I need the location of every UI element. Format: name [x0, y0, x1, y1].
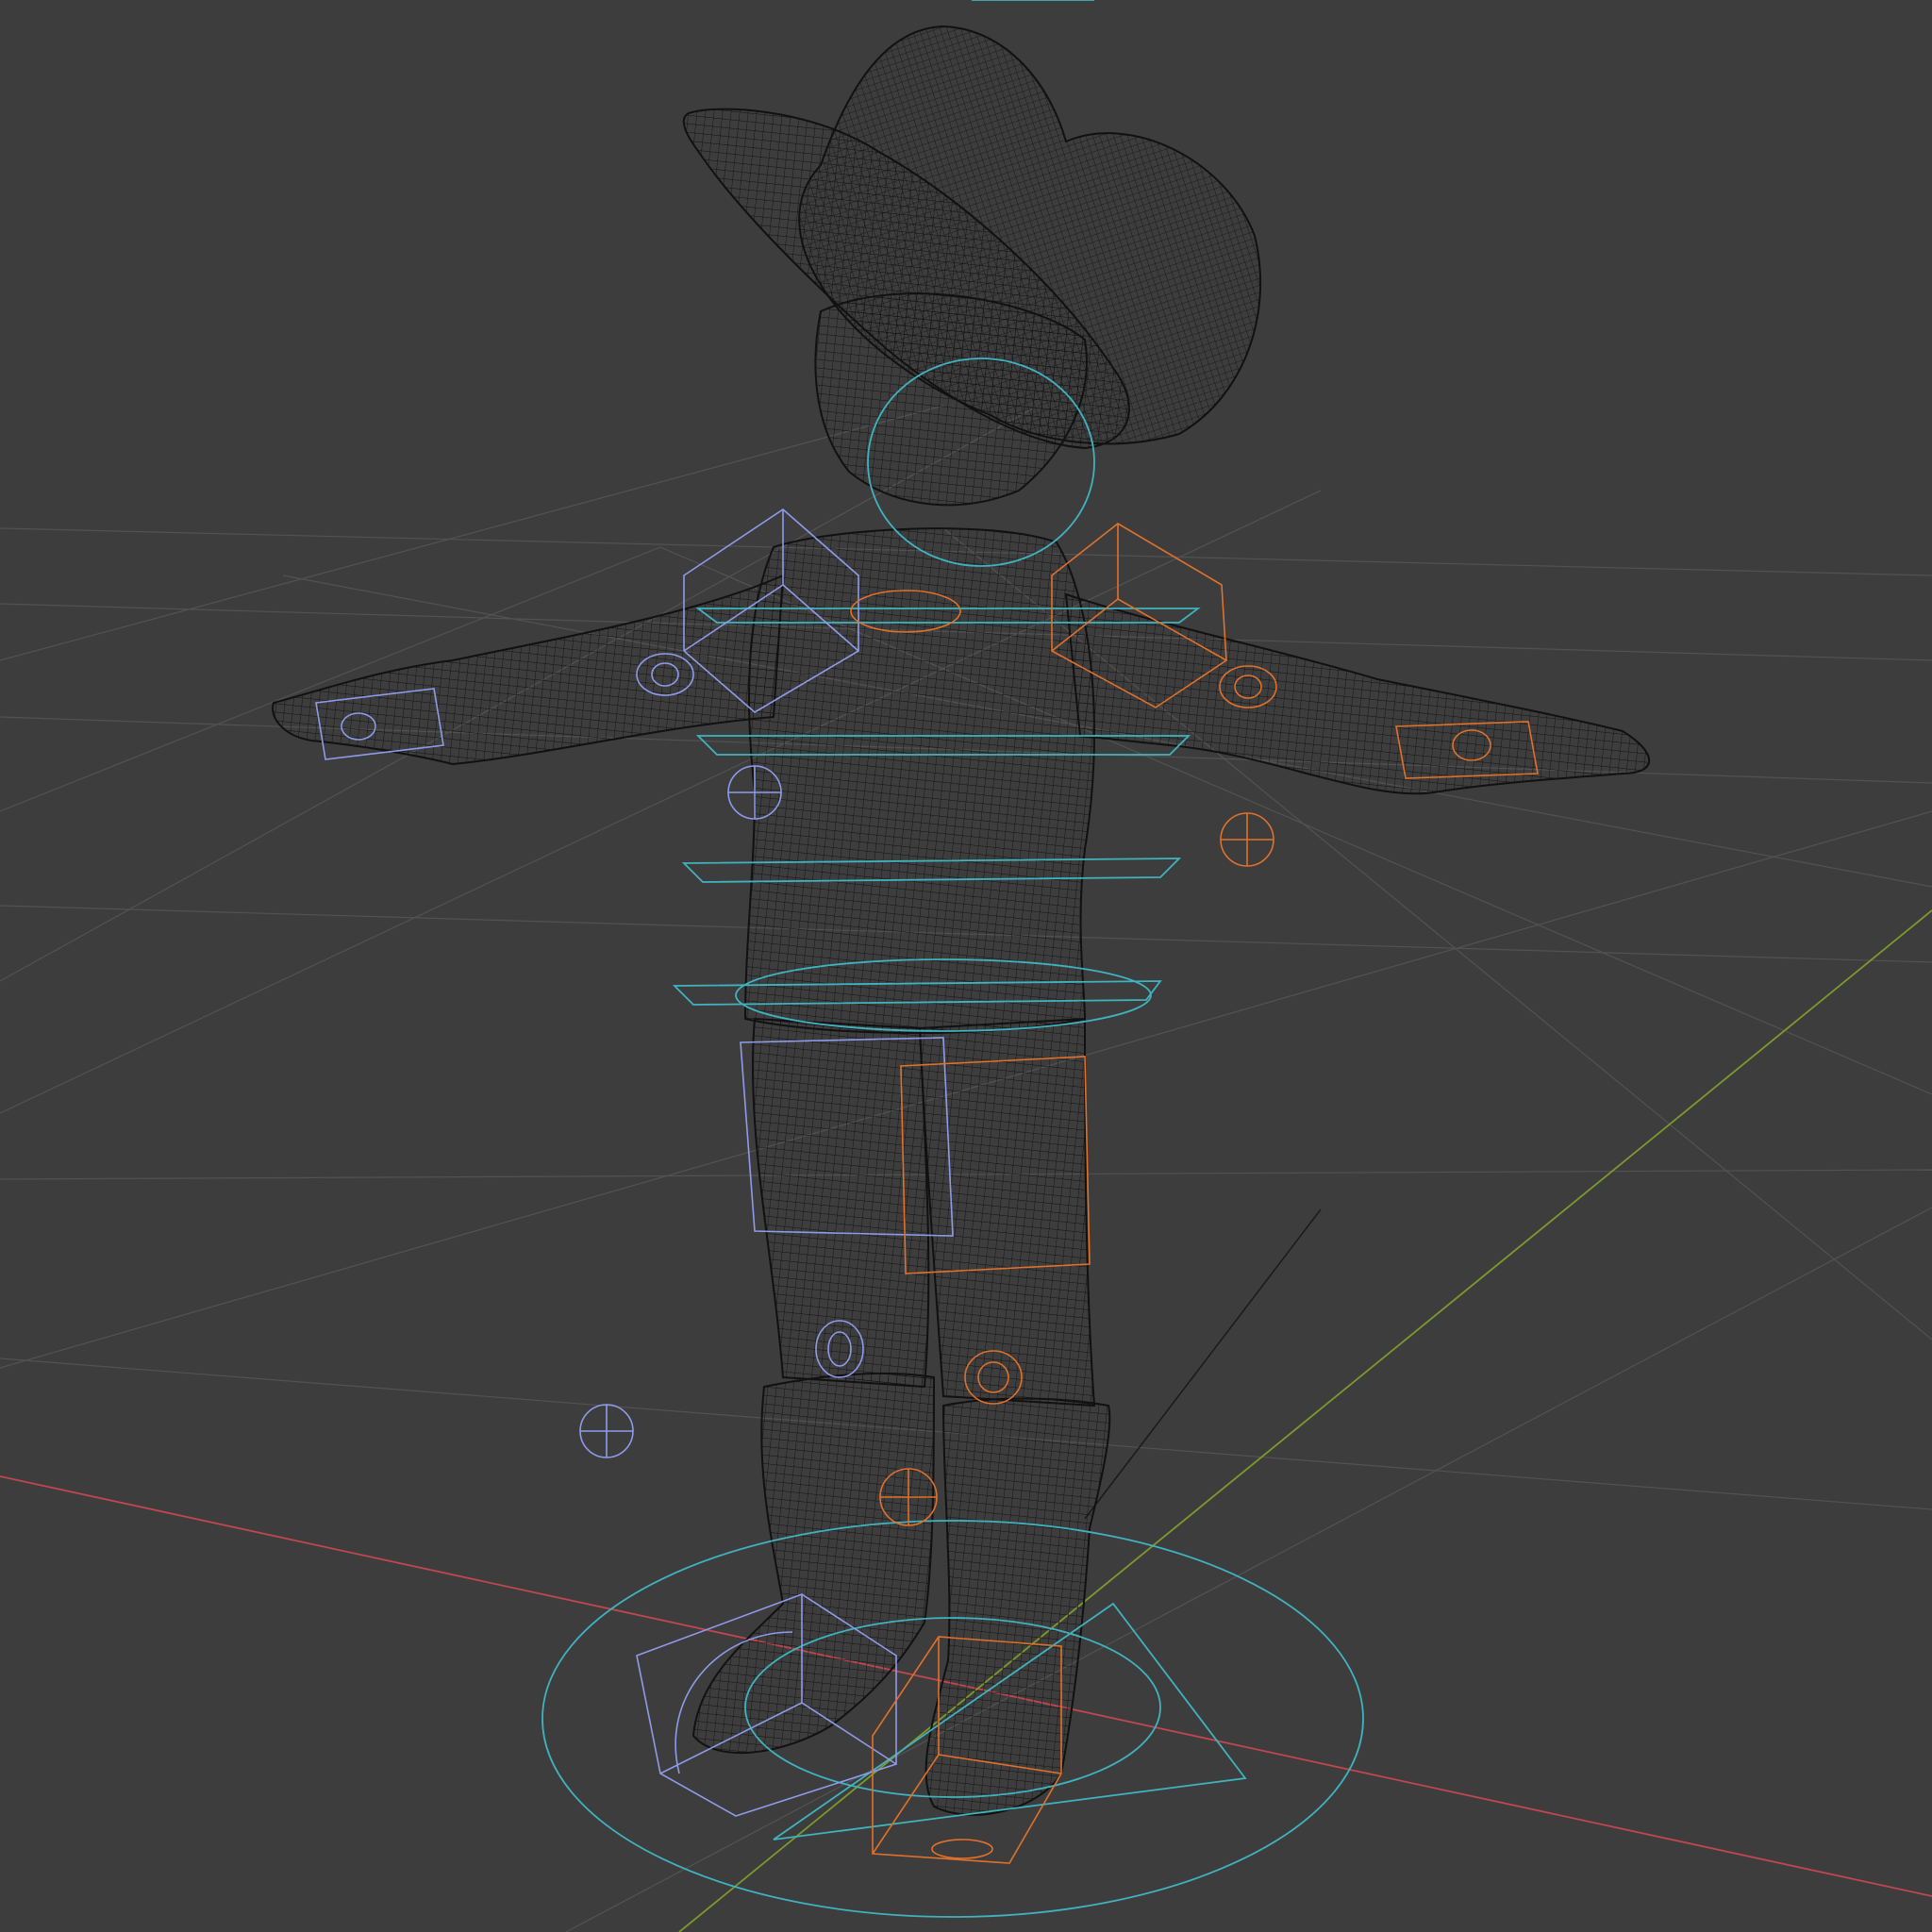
left-boot	[691, 1372, 936, 1755]
right-heel-ring[interactable]	[931, 1839, 993, 1859]
torso	[743, 527, 1095, 1034]
camera-guide-line	[1084, 1208, 1322, 1520]
character-mesh[interactable]	[272, 25, 1651, 1816]
head	[814, 292, 1088, 507]
right-arm	[1064, 592, 1651, 795]
right-boot	[924, 1397, 1111, 1816]
viewport-canvas[interactable]	[0, 0, 1932, 1932]
3d-viewport[interactable]	[0, 0, 1932, 1932]
